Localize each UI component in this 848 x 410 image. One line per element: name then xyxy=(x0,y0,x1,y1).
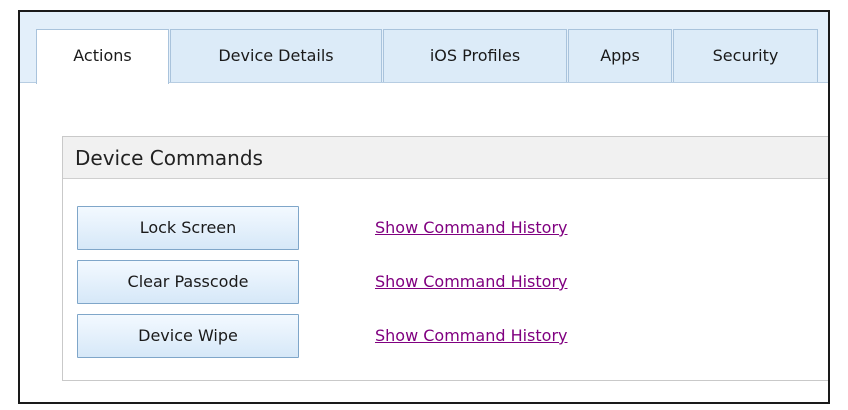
tab-security[interactable]: Security xyxy=(673,29,818,83)
lock-screen-command-history-link[interactable]: Show Command History xyxy=(375,206,568,250)
device-page-frame: Actions Device Details iOS Profiles Apps… xyxy=(18,10,830,404)
screenshot-canvas: Actions Device Details iOS Profiles Apps… xyxy=(0,0,848,410)
tab-device-details[interactable]: Device Details xyxy=(170,29,382,83)
tab-ios-profiles[interactable]: iOS Profiles xyxy=(383,29,567,83)
device-wipe-command-history-link[interactable]: Show Command History xyxy=(375,314,568,358)
device-wipe-button[interactable]: Device Wipe xyxy=(77,314,299,358)
tab-apps[interactable]: Apps xyxy=(568,29,672,83)
tab-actions[interactable]: Actions xyxy=(36,29,169,84)
device-commands-panel: Device Commands Lock Screen Show Command… xyxy=(62,136,828,381)
clear-passcode-command-history-link[interactable]: Show Command History xyxy=(375,260,568,304)
panel-header: Device Commands xyxy=(63,137,828,179)
tab-strip: Actions Device Details iOS Profiles Apps… xyxy=(20,12,828,84)
clear-passcode-button[interactable]: Clear Passcode xyxy=(77,260,299,304)
actions-tab-content: Device Commands Lock Screen Show Command… xyxy=(20,83,828,402)
panel-title: Device Commands xyxy=(75,146,263,170)
lock-screen-button[interactable]: Lock Screen xyxy=(77,206,299,250)
